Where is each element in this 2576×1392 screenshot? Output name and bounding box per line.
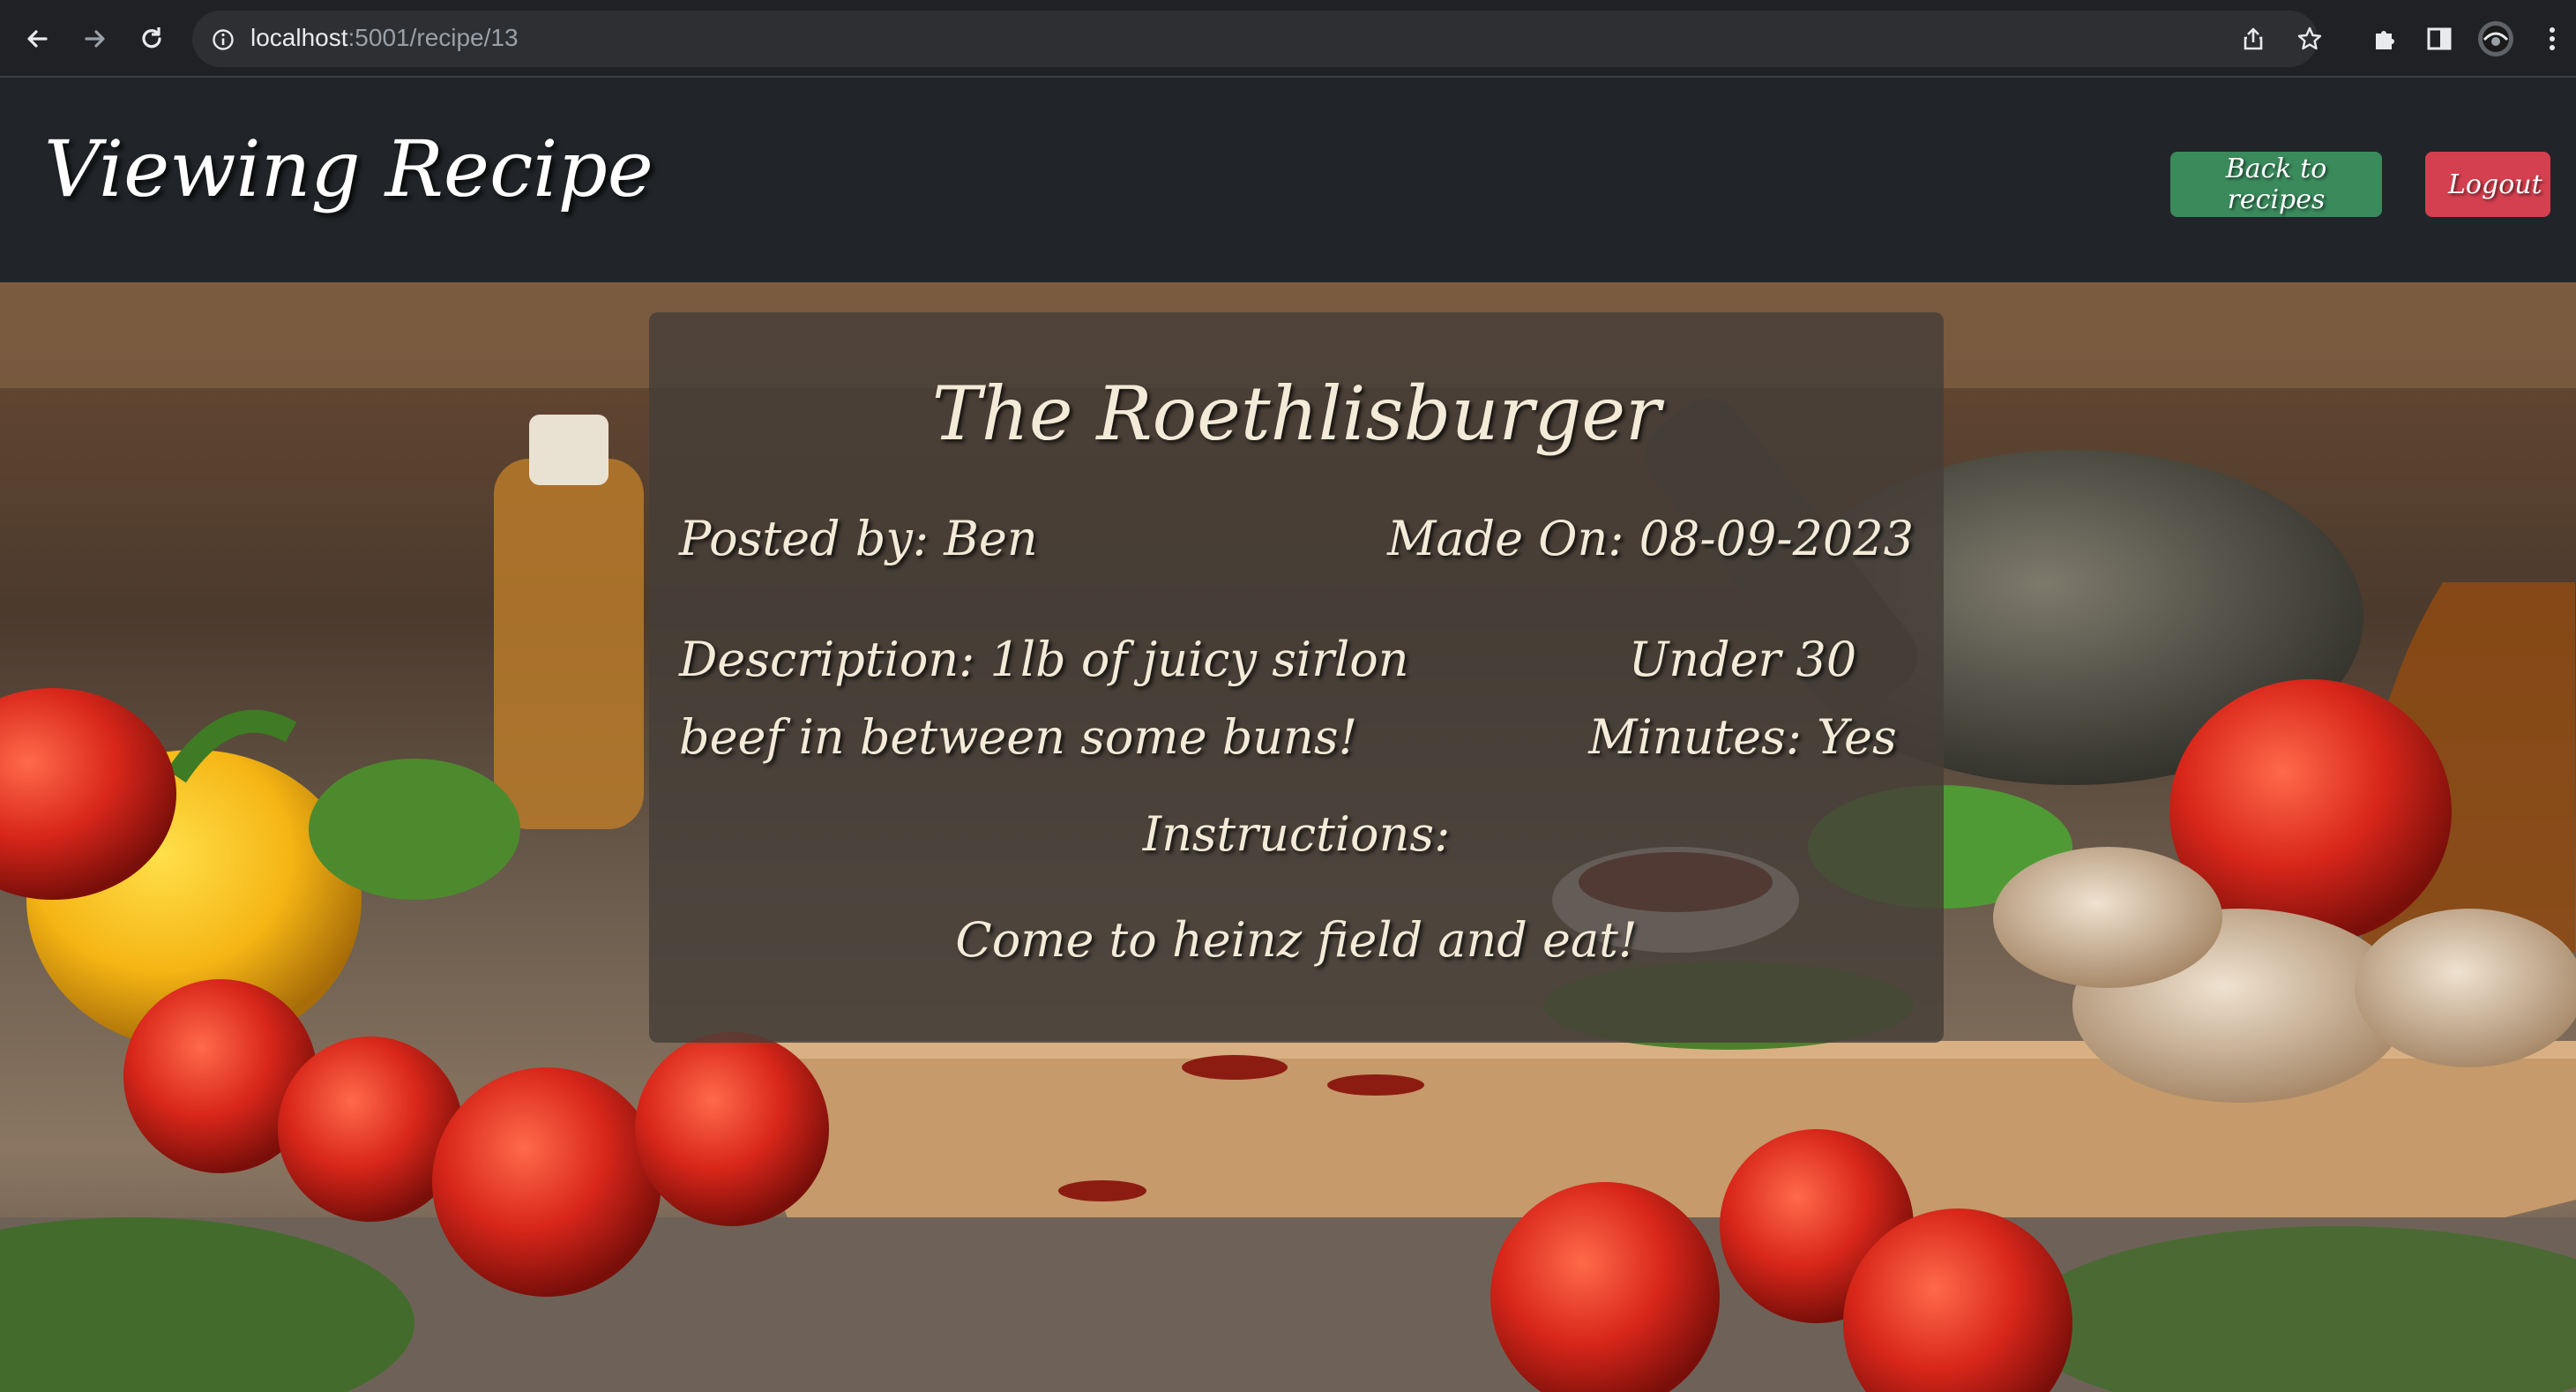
recipe-card: The Roethlisburger Posted by: Ben Made O…	[649, 312, 1944, 1043]
back-to-recipes-button[interactable]: Back to recipes	[2170, 152, 2382, 217]
site-info-icon[interactable]	[212, 28, 235, 55]
back-arrow-icon[interactable]	[18, 19, 56, 58]
posted-by: Posted by: Ben	[679, 511, 1038, 566]
extensions-puzzle-icon[interactable]	[2365, 19, 2404, 58]
profile-avatar-icon[interactable]	[2476, 19, 2515, 58]
url-text: localhost:5001/recipe/13	[250, 24, 519, 52]
instructions-text: Come to heinz field and eat!	[955, 912, 1638, 968]
address-bar[interactable]: localhost:5001/recipe/13	[192, 11, 2322, 67]
instructions-label: Instructions:	[1142, 806, 1451, 862]
url-path: :5001/recipe/13	[347, 24, 519, 51]
browser-menu-icon[interactable]	[2533, 19, 2572, 58]
share-icon[interactable]	[2240, 26, 2266, 56]
reload-icon[interactable]	[132, 19, 171, 58]
forward-arrow-icon[interactable]	[76, 19, 115, 58]
url-host: localhost	[250, 24, 348, 51]
browser-toolbar: localhost:5001/recipe/13	[0, 0, 2576, 78]
recipe-title: The Roethlisburger	[931, 370, 1661, 457]
page-title: Viewing Recipe	[44, 123, 653, 214]
recipe-description: Description: 1lb of juicy sirlon beef in…	[679, 632, 1409, 765]
side-panel-icon[interactable]	[2420, 19, 2459, 58]
under-30-minutes: Under 30 Minutes: Yes	[1588, 632, 1897, 765]
bookmark-star-icon[interactable]	[2296, 26, 2323, 56]
logout-button[interactable]: Logout	[2425, 152, 2550, 217]
made-on-date: Made On: 08-09-2023	[1387, 511, 1914, 566]
page-header: Viewing Recipe Back to recipes Logout	[0, 78, 2576, 282]
